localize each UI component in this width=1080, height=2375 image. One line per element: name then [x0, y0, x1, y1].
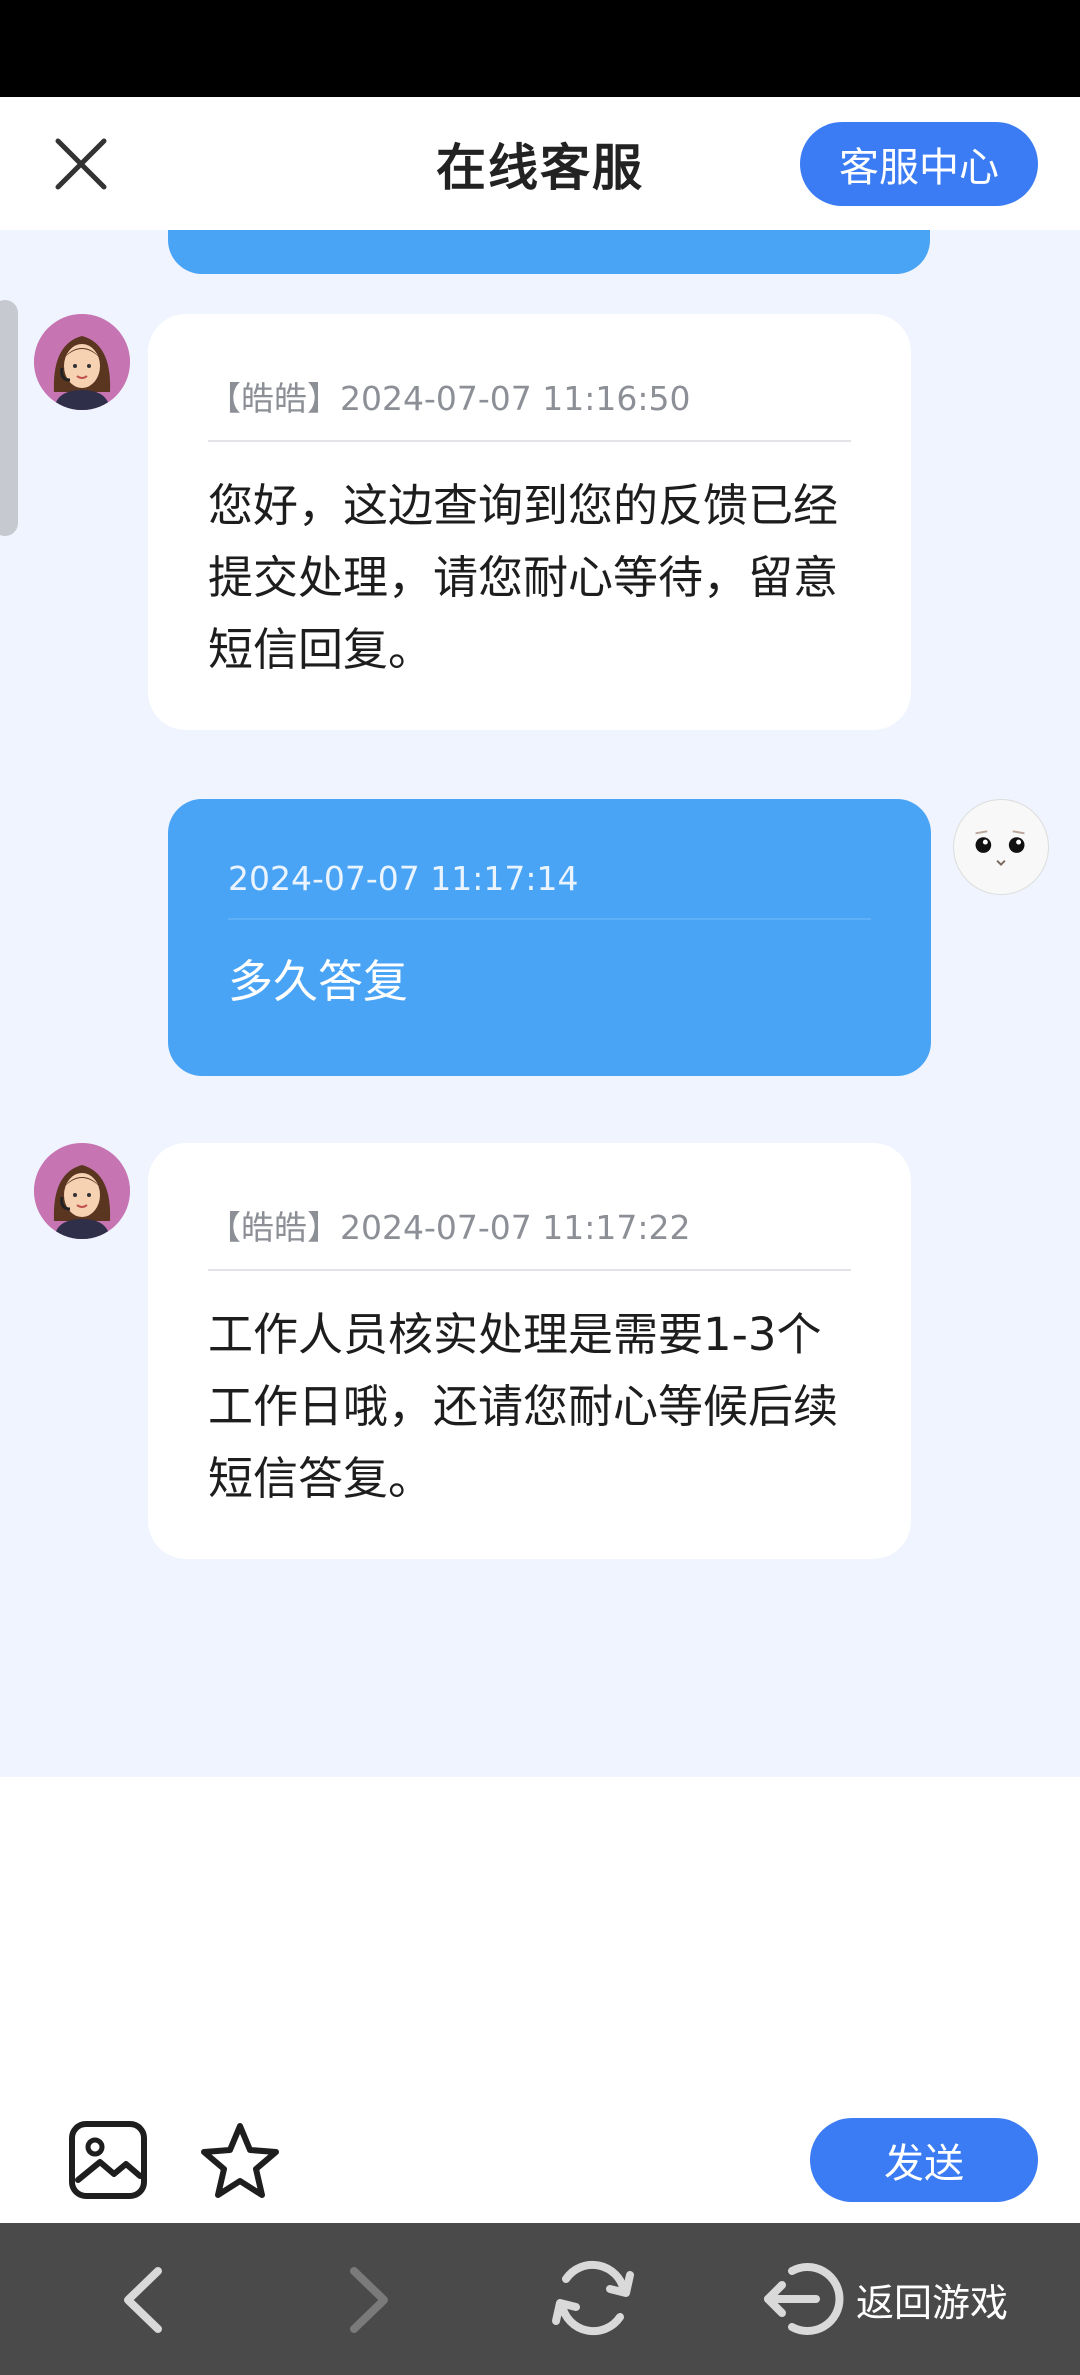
chevron-right-icon[interactable]	[344, 2265, 394, 2335]
scrollbar[interactable]	[0, 300, 18, 536]
image-icon[interactable]	[66, 2118, 150, 2202]
agent-name: 【皓皓】	[208, 1208, 340, 1247]
message-meta: 【皓皓】2024-07-07 11:17:22	[208, 1201, 851, 1271]
refresh-icon[interactable]	[548, 2253, 638, 2343]
chat-area[interactable]: 【皓皓】2024-07-07 11:16:50 您好，这边查询到您的反馈已经提交…	[0, 230, 1080, 1777]
back-to-game-button[interactable]: 返回游戏	[758, 2253, 1008, 2345]
agent-avatar-icon	[34, 1143, 130, 1239]
agent-message-bubble: 【皓皓】2024-07-07 11:16:50 您好，这边查询到您的反馈已经提交…	[148, 314, 911, 730]
user-avatar-icon	[954, 800, 1048, 894]
status-bar	[0, 0, 1080, 97]
input-toolbar: 发送	[0, 2090, 1080, 2220]
agent-avatar	[34, 314, 130, 410]
service-center-button[interactable]: 客服中心	[800, 122, 1038, 206]
header: 在线客服 客服中心	[0, 97, 1080, 230]
user-avatar	[953, 799, 1049, 895]
bottom-nav-bar: 返回游戏	[0, 2223, 1080, 2375]
user-message-bubble: 2024-07-07 11:17:14 多久答复	[168, 799, 931, 1076]
send-button[interactable]: 发送	[810, 2118, 1038, 2202]
message-text: 您好，这边查询到您的反馈已经提交处理，请您耐心等待，留意短信回复。	[208, 479, 839, 676]
agent-name: 【皓皓】	[208, 379, 340, 418]
star-icon[interactable]	[196, 2118, 284, 2206]
agent-message-bubble: 【皓皓】2024-07-07 11:17:22 工作人员核实处理是需要1-3个工…	[148, 1143, 911, 1559]
page-title: 在线客服	[436, 138, 644, 197]
previous-message-bubble	[168, 230, 930, 274]
chevron-left-icon[interactable]	[118, 2265, 168, 2335]
back-to-game-label: 返回游戏	[856, 2280, 1009, 2325]
message-text: 工作人员核实处理是需要1-3个工作日哦，还请您耐心等候后续短信答复。	[208, 1308, 839, 1505]
message-timestamp: 2024-07-07 11:16:50	[340, 379, 691, 418]
close-icon[interactable]	[46, 129, 116, 199]
message-text: 多久答复	[228, 955, 409, 1008]
agent-avatar-icon	[34, 314, 130, 410]
message-timestamp: 2024-07-07 11:17:22	[340, 1208, 691, 1247]
agent-avatar	[34, 1143, 130, 1239]
message-meta: 【皓皓】2024-07-07 11:16:50	[208, 372, 851, 442]
exit-icon	[764, 2263, 844, 2335]
message-timestamp: 2024-07-07 11:17:14	[228, 859, 871, 920]
